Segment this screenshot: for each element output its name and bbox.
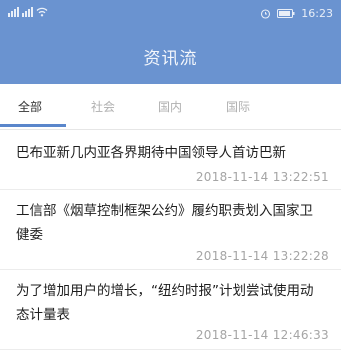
wifi-icon xyxy=(36,7,48,17)
news-title: 巴布亚新几内亚各界期待中国领导人首访巴新 xyxy=(16,145,286,161)
news-title: 工信部《烟草控制框架公约》履约职责划入国家卫健委 xyxy=(16,203,313,243)
list-item[interactable]: 工信部《烟草控制框架公约》履约职责划入国家卫健委 2018-11-14 13:2… xyxy=(0,190,341,270)
signal-indicators xyxy=(8,7,48,17)
tab-all[interactable]: 全部 xyxy=(18,98,42,115)
page-title: 资讯流 xyxy=(143,49,198,69)
alarm-icon xyxy=(261,9,271,19)
news-time: 2018-11-14 12:46:33 xyxy=(195,328,329,342)
list-item[interactable]: 巴布亚新几内亚各界期待中国领导人首访巴新 2018-11-14 13:22:51 xyxy=(0,131,341,190)
news-time: 2018-11-14 13:22:51 xyxy=(195,170,329,184)
list-item[interactable]: 为了增加用户的增长，“纽约时报”计划尝试使用动态计量表 2018-11-14 1… xyxy=(0,270,341,350)
signal-icon xyxy=(8,7,19,17)
battery-icon xyxy=(277,9,295,18)
news-title: 为了增加用户的增长，“纽约时报”计划尝试使用动态计量表 xyxy=(16,283,314,323)
signal-icon-2 xyxy=(22,7,33,17)
app-header: 16:23 资讯流 xyxy=(0,0,341,84)
tab-society[interactable]: 社会 xyxy=(91,98,115,115)
news-list: 巴布亚新几内亚各界期待中国领导人首访巴新 2018-11-14 13:22:51… xyxy=(0,131,341,350)
status-right: 16:23 xyxy=(260,7,333,20)
news-time: 2018-11-14 13:22:28 xyxy=(195,249,329,263)
tab-domestic[interactable]: 国内 xyxy=(158,98,182,115)
status-time: 16:23 xyxy=(301,7,333,20)
status-bar: 16:23 xyxy=(0,0,341,30)
active-tab-indicator xyxy=(0,124,66,127)
tab-international[interactable]: 国际 xyxy=(226,98,250,115)
